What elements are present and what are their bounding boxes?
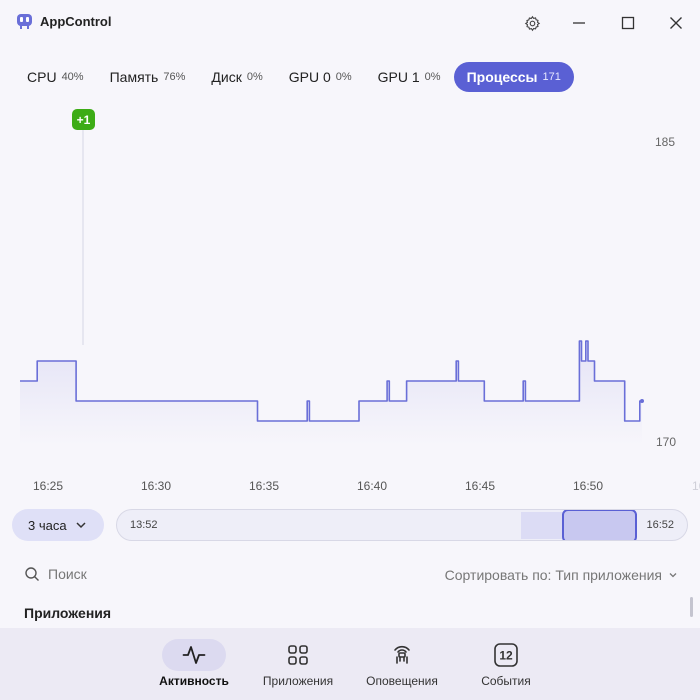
- chart-area-fill: [20, 341, 642, 445]
- apps-section-heading: Приложения: [24, 605, 112, 621]
- x-tick-label: 16:50: [572, 479, 604, 493]
- apps-grid-icon: [288, 645, 308, 665]
- nav-icon-container: [370, 639, 434, 671]
- metric-tabs: CPU 40% Память 76% Диск 0% GPU 0 0% GPU …: [14, 62, 574, 92]
- close-icon: [670, 17, 682, 29]
- nav-label: События: [481, 674, 531, 688]
- tab-value: 40%: [61, 71, 84, 83]
- tab-label: CPU: [27, 69, 57, 85]
- search-field[interactable]: Поиск: [24, 566, 87, 582]
- activity-icon: [182, 646, 206, 664]
- nav-icon-container: [162, 639, 226, 671]
- events-count: 12: [499, 649, 513, 663]
- tab-processes[interactable]: Процессы 171: [453, 62, 574, 92]
- nav-notifications[interactable]: Оповещения: [357, 628, 447, 700]
- chart-current-point: [640, 399, 644, 403]
- notifications-icon: [394, 645, 410, 664]
- y-tick-label: 185: [655, 135, 676, 149]
- tab-label: Процессы: [466, 69, 538, 85]
- x-tick-label: 16:30: [140, 479, 172, 493]
- time-range-label: 3 часа: [28, 517, 67, 533]
- tab-disk[interactable]: Диск 0%: [198, 62, 275, 92]
- nav-label: Оповещения: [366, 674, 438, 688]
- search-placeholder: Поиск: [48, 566, 87, 582]
- tab-value: 76%: [163, 71, 186, 83]
- process-count-chart: +1 185 170 16:25 16:30 16:35 16:40 16:45…: [0, 100, 700, 500]
- tab-label: Диск: [211, 69, 242, 85]
- maximize-icon: [621, 16, 635, 30]
- x-tick-label: 16:35: [248, 479, 280, 493]
- time-range-select[interactable]: 3 часа: [12, 509, 104, 541]
- nav-apps[interactable]: Приложения: [253, 628, 343, 700]
- tab-gpu-0[interactable]: GPU 0 0%: [276, 62, 365, 92]
- nav-activity[interactable]: Активность: [149, 628, 239, 700]
- minimize-button[interactable]: [566, 10, 592, 36]
- timeline-start-time: 13:52: [130, 519, 158, 531]
- x-tick-label: 16:55: [692, 479, 700, 493]
- timeline-data-preview: [521, 512, 563, 539]
- x-tick-label: 16:25: [32, 479, 64, 493]
- event-count-badge[interactable]: +1: [72, 109, 95, 130]
- chart-canvas: [20, 130, 644, 445]
- search-icon: [25, 567, 39, 581]
- nav-icon-container: 12: [474, 639, 538, 671]
- nav-events[interactable]: 12 События: [461, 628, 551, 700]
- bottom-navigation: Активность Приложения Оповещения 12 Собы…: [0, 628, 700, 700]
- chevron-down-icon: [76, 522, 86, 529]
- sort-dropdown[interactable]: Сортировать по: Тип приложения: [445, 567, 678, 583]
- timeline-scrubber[interactable]: 13:52 16:52: [116, 509, 688, 541]
- events-icon: 12: [494, 643, 518, 667]
- maximize-button[interactable]: [615, 10, 641, 36]
- tab-value: 0%: [424, 71, 441, 83]
- tab-label: GPU 0: [288, 69, 331, 85]
- tab-label: Память: [109, 69, 159, 85]
- tab-label: GPU 1: [377, 69, 420, 85]
- app-logo-icon: [17, 14, 32, 29]
- y-tick-label: 170: [656, 435, 677, 449]
- tab-value: 0%: [335, 71, 352, 83]
- tab-cpu[interactable]: CPU 40%: [14, 62, 97, 92]
- sort-label: Сортировать по: Тип приложения: [444, 567, 662, 583]
- scrollbar-thumb[interactable]: [690, 597, 693, 617]
- close-button[interactable]: [663, 10, 689, 36]
- app-title: AppControl: [40, 14, 112, 29]
- minimize-icon: [573, 22, 585, 24]
- x-tick-label: 16:40: [356, 479, 388, 493]
- settings-button[interactable]: [519, 10, 545, 36]
- gear-icon: [524, 15, 540, 31]
- timeline-window-handle[interactable]: [562, 510, 637, 540]
- title-bar: AppControl: [0, 0, 700, 46]
- chevron-down-icon: [669, 573, 677, 578]
- tab-value: 171: [542, 71, 561, 83]
- tab-gpu-1[interactable]: GPU 1 0%: [365, 62, 454, 92]
- timeline-end-time: 16:52: [646, 519, 674, 531]
- nav-label: Активность: [159, 674, 229, 688]
- tab-memory[interactable]: Память 76%: [97, 62, 199, 92]
- nav-label: Приложения: [262, 674, 334, 688]
- nav-icon-container: [266, 639, 330, 671]
- x-tick-label: 16:45: [464, 479, 496, 493]
- tab-value: 0%: [246, 71, 263, 83]
